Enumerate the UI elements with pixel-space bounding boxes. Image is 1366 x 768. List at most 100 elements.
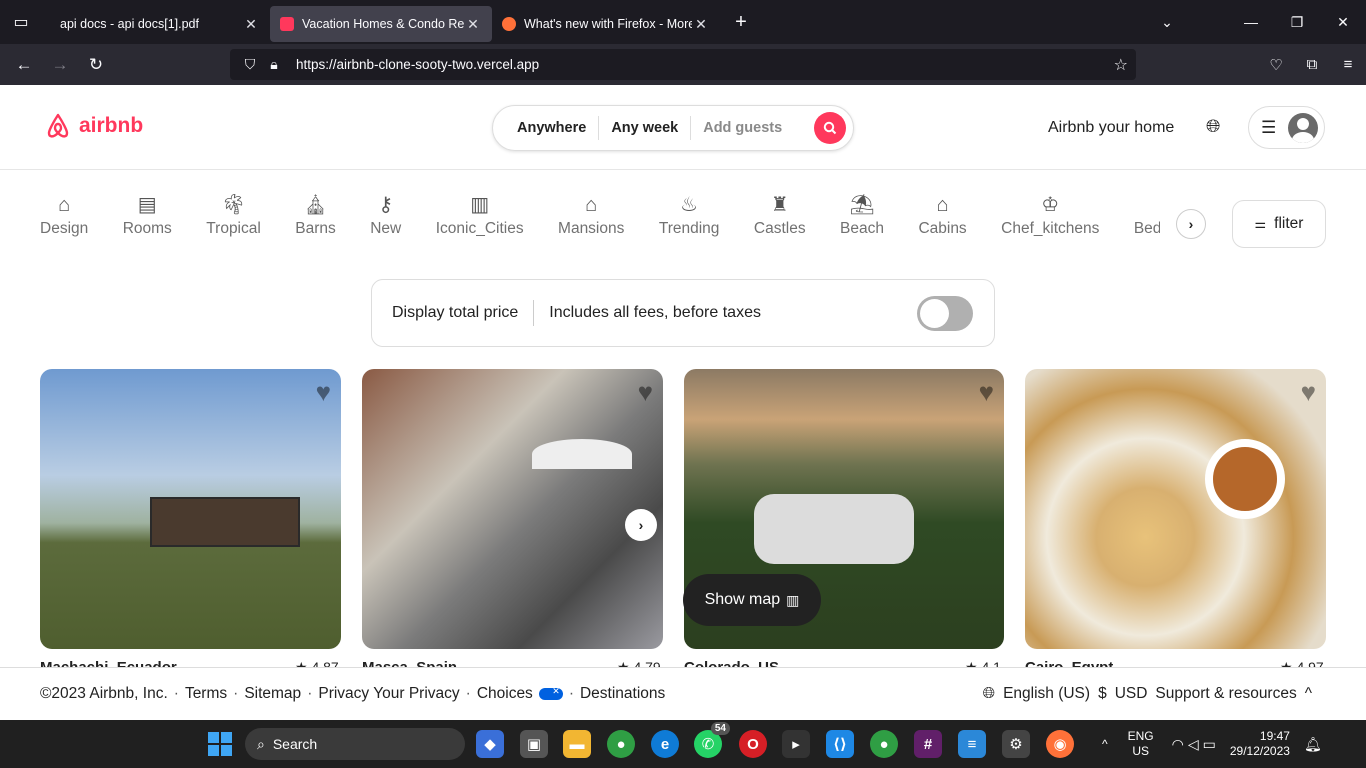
heart-icon[interactable]: ♥ — [638, 377, 653, 408]
privacy-choices-icon[interactable] — [538, 686, 563, 700]
airbnb-logo[interactable]: airbnb — [43, 111, 143, 141]
listing-card-4[interactable]: ♥ — [1025, 369, 1326, 649]
category-castles[interactable]: ♜ Castles — [754, 190, 806, 238]
category-label: Tropical — [206, 220, 261, 237]
tab-title: What's new with Firefox - More — [524, 17, 692, 31]
footer-link-privacy[interactable]: Privacy Your Privacy — [318, 685, 459, 703]
taskbar-search-label: Search — [272, 736, 318, 752]
close-icon[interactable]: ✕ — [464, 16, 482, 33]
airbnb-your-home-link[interactable]: Airbnb your home — [1048, 119, 1174, 137]
footer-link-choices[interactable]: Choices — [477, 685, 533, 703]
search-bar[interactable]: Anywhere Any week Add guests — [492, 105, 854, 151]
category-design[interactable]: ⌂ Design — [40, 190, 88, 238]
show-map-button[interactable]: Show map ▥ — [683, 574, 821, 626]
support-resources-link[interactable]: Support & resources — [1155, 685, 1296, 703]
file-explorer-icon[interactable]: ▬ — [563, 730, 591, 758]
category-new[interactable]: ⚷ New — [370, 190, 401, 238]
heart-icon[interactable]: ♥ — [316, 377, 331, 408]
category-trending[interactable]: ♨ Trending — [659, 190, 720, 238]
vscode-icon[interactable]: ⟨⟩ — [826, 730, 854, 758]
logo-text: airbnb — [79, 114, 144, 137]
category-iconic-cities[interactable]: ▥ Iconic_Cities — [436, 190, 524, 238]
chevron-down-icon[interactable]: ⌄ — [1144, 14, 1190, 31]
wifi-volume-battery-icons[interactable]: ◠◁▭ — [1172, 736, 1220, 753]
avatar — [1288, 112, 1319, 143]
close-icon[interactable]: ✕ — [242, 16, 260, 33]
task-view-icon[interactable]: ▣ — [520, 730, 548, 758]
bookmark-star-icon[interactable]: ☆ — [1114, 55, 1128, 75]
footer-link-terms[interactable]: Terms — [185, 685, 227, 703]
category-chef-kitchens[interactable]: ♔ Chef_kitchens — [1001, 190, 1099, 238]
minimize-icon[interactable]: — — [1228, 14, 1274, 30]
category-label: Bed_breakfa — [1133, 220, 1160, 237]
clock[interactable]: 19:47 29/12/2023 — [1230, 729, 1290, 759]
user-menu-button[interactable]: ☰ — [1248, 106, 1325, 149]
close-window-icon[interactable]: ✕ — [1320, 14, 1366, 31]
currency-symbol[interactable]: $ — [1098, 685, 1107, 703]
pocket-icon[interactable]: ♡ — [1258, 56, 1294, 74]
category-beach[interactable]: ⛱ Beach — [840, 190, 884, 238]
search-anywhere[interactable]: Anywhere — [505, 120, 598, 136]
taskbar-search[interactable]: ⌕ Search — [245, 728, 465, 760]
heart-icon[interactable]: ♥ — [1301, 377, 1316, 408]
forward-icon[interactable]: → — [42, 55, 78, 75]
currency-selector[interactable]: USD — [1115, 685, 1148, 703]
notification-bell-icon[interactable]: 🔔︎ — [1304, 736, 1322, 753]
listing-card-2[interactable]: ♥ › — [362, 369, 663, 649]
category-next-button[interactable]: › — [1176, 209, 1206, 239]
tab-list-icon[interactable]: ▭ — [0, 0, 42, 44]
globe-icon[interactable]: 🌐︎ — [983, 685, 995, 703]
tab-firefox[interactable]: What's new with Firefox - More ✕ — [492, 6, 720, 42]
footer-link-destinations[interactable]: Destinations — [580, 685, 665, 703]
slack-icon[interactable]: # — [914, 730, 942, 758]
chrome-icon[interactable]: ● — [607, 730, 635, 758]
firefox-icon[interactable]: ◉ — [1046, 730, 1074, 758]
category-mansions[interactable]: ⌂ Mansions — [558, 190, 624, 238]
heart-icon[interactable]: ♥ — [979, 377, 994, 408]
category-bed-breakfast[interactable]: ☕︎Bed_breakfa — [1134, 190, 1160, 238]
listing-image-tea — [1205, 439, 1285, 519]
search-button[interactable] — [814, 112, 846, 144]
notepad-icon[interactable]: ≡ — [958, 730, 986, 758]
tab-pdf[interactable]: api docs - api docs[1].pdf ✕ — [42, 6, 270, 42]
shield-icon[interactable]: ⛉ — [238, 56, 262, 73]
url-text[interactable]: https://airbnb-clone-sooty-two.vercel.ap… — [296, 57, 539, 72]
search-add-guests[interactable]: Add guests — [691, 120, 794, 136]
language-indicator[interactable]: ENG US — [1128, 729, 1154, 759]
listing-card-1[interactable]: ♥ — [40, 369, 341, 649]
search-any-week[interactable]: Any week — [599, 120, 690, 136]
lock-icon[interactable]: 🔒︎ — [262, 56, 286, 73]
airbnb-favicon-icon — [280, 17, 294, 31]
image-next-button[interactable]: › — [625, 509, 657, 541]
chevron-up-icon[interactable]: ^ — [1305, 685, 1312, 703]
category-barns[interactable]: ⛪︎ Barns — [295, 190, 336, 238]
whatsapp-icon[interactable]: ✆ 54 — [694, 722, 730, 758]
reload-icon[interactable]: ↻ — [78, 55, 114, 75]
back-icon[interactable]: ← — [6, 55, 42, 75]
opera-icon[interactable]: O — [739, 730, 767, 758]
extensions-icon[interactable]: ⧉ — [1294, 56, 1330, 73]
url-bar[interactable]: ⛉ 🔒︎ https://airbnb-clone-sooty-two.verc… — [230, 49, 1136, 80]
terminal-icon[interactable]: ▸ — [782, 730, 810, 758]
filter-button[interactable]: ⚌ fliter — [1232, 200, 1326, 248]
chrome-profile-icon[interactable]: ● — [870, 730, 898, 758]
notification-badge: 54 — [710, 722, 730, 735]
dot-separator: · — [465, 685, 471, 702]
maximize-icon[interactable]: ❐ — [1274, 14, 1320, 31]
category-rooms[interactable]: ▤ Rooms — [123, 190, 172, 238]
globe-icon[interactable]: 🌐︎ — [1206, 116, 1220, 137]
edge-icon[interactable]: e — [651, 730, 679, 758]
category-cabins[interactable]: ⌂ Cabins — [918, 190, 966, 238]
total-price-toggle[interactable] — [917, 296, 973, 331]
new-tab-button[interactable]: + — [726, 11, 756, 34]
tab-airbnb[interactable]: Vacation Homes & Condo Rent ✕ — [270, 6, 492, 42]
footer-link-sitemap[interactable]: Sitemap — [244, 685, 301, 703]
language-selector[interactable]: English (US) — [1003, 685, 1090, 703]
menu-icon[interactable]: ≡ — [1330, 56, 1366, 73]
widgets-icon[interactable]: ◆ — [476, 730, 504, 758]
close-icon[interactable]: ✕ — [692, 16, 710, 33]
chevron-up-icon[interactable]: ^ — [1102, 737, 1108, 751]
windows-start-icon[interactable] — [208, 732, 232, 756]
category-tropical[interactable]: 🌴︎ Tropical — [206, 190, 261, 238]
settings-gear-icon[interactable]: ⚙ — [1002, 730, 1030, 758]
